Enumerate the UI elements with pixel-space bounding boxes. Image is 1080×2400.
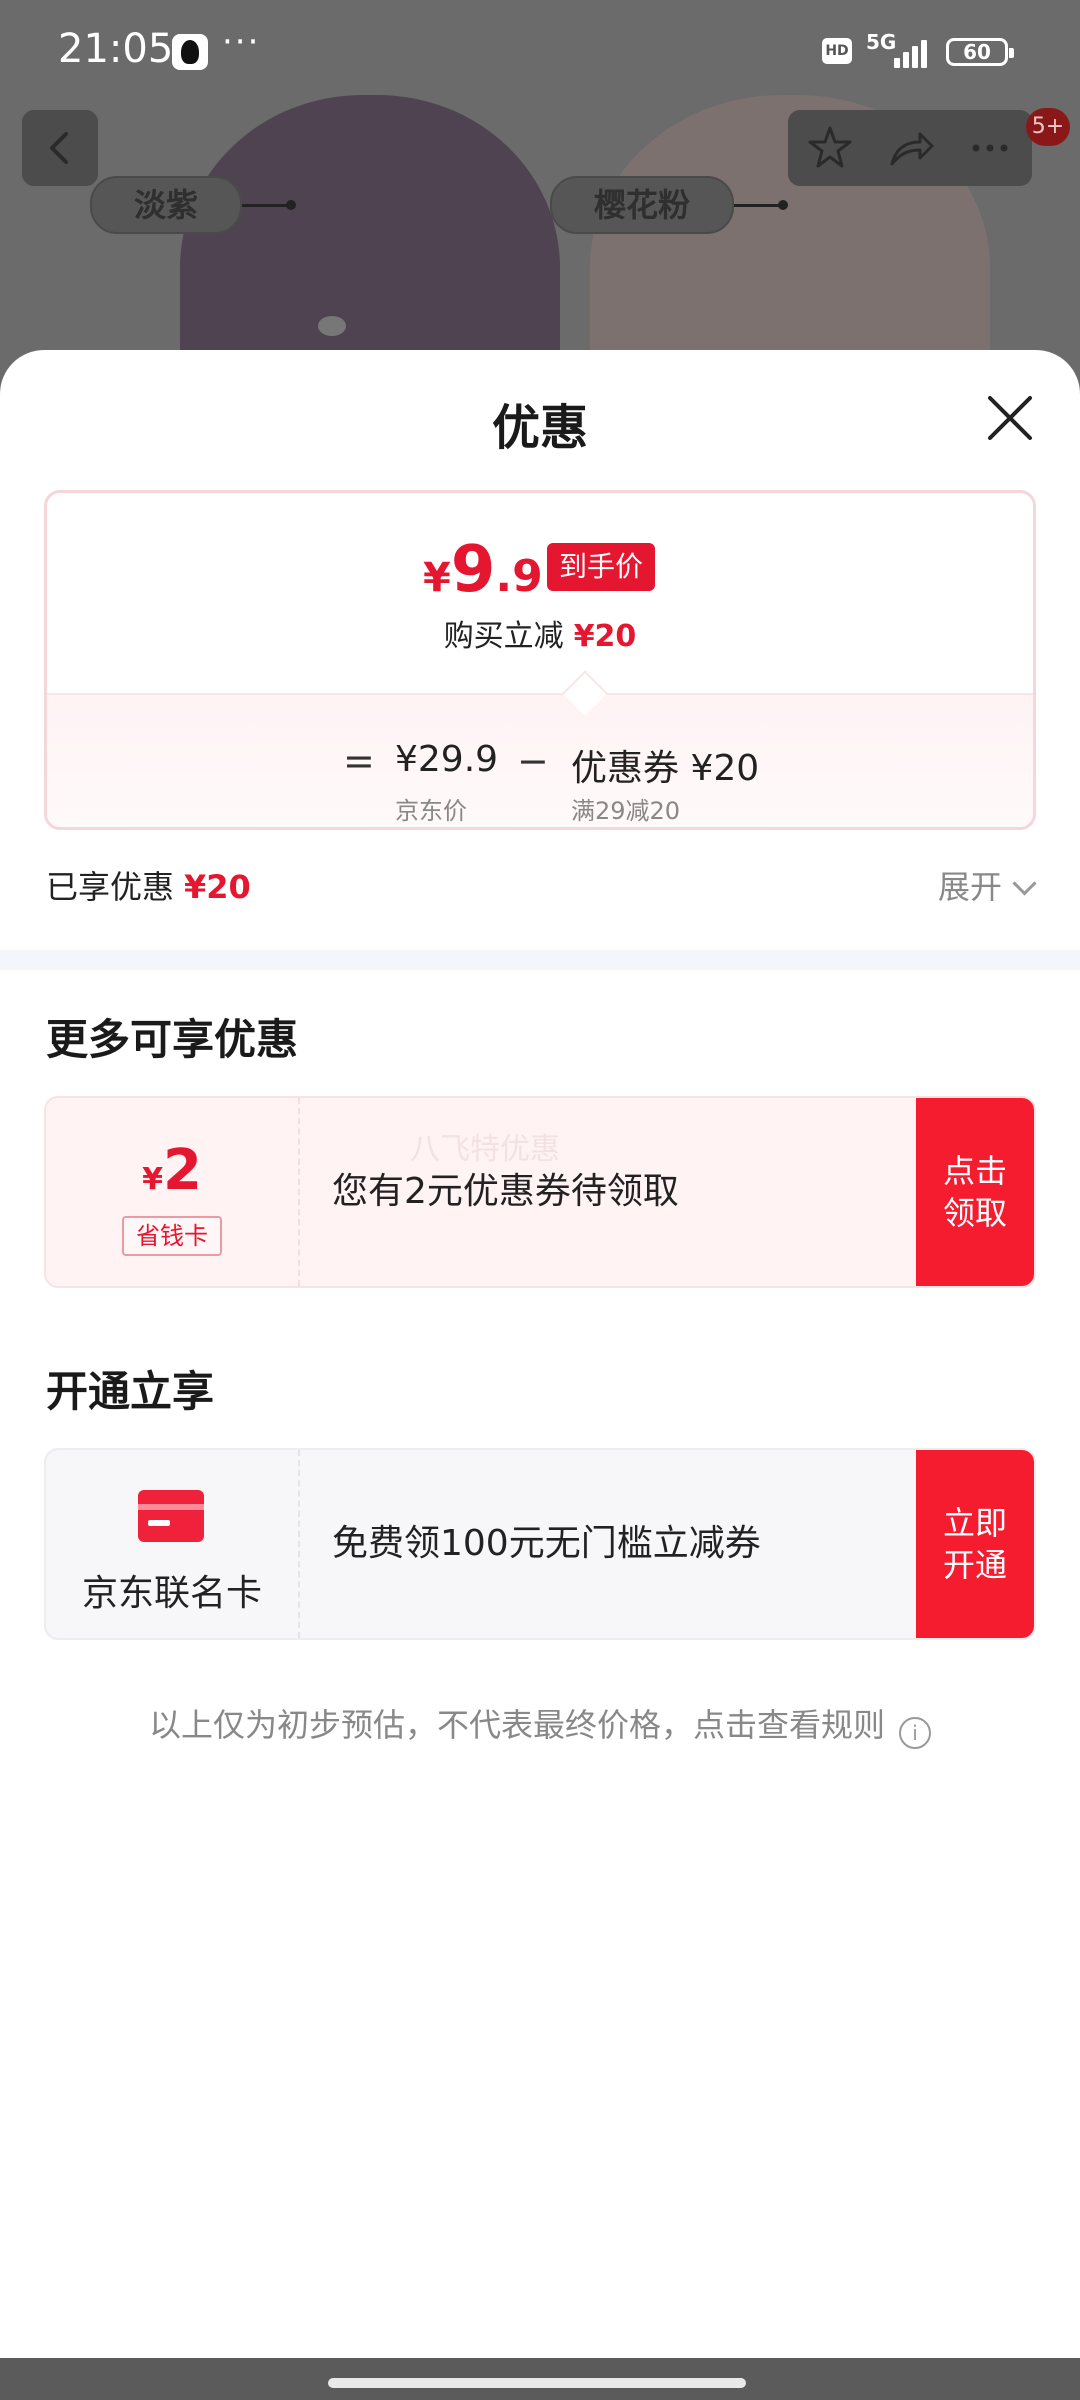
open-section-title: 开通立享 bbox=[46, 1367, 215, 1416]
enjoyed-discount: 已享优惠 ¥20 bbox=[46, 862, 251, 908]
expand-label: 展开 bbox=[938, 868, 1003, 906]
claim-button-line2: 领取 bbox=[942, 1194, 1007, 1232]
cart-count-badge: 5+ bbox=[1026, 108, 1070, 146]
share-icon bbox=[890, 132, 934, 166]
star-icon bbox=[808, 126, 852, 168]
more-button[interactable] bbox=[950, 110, 1030, 186]
coupon-offer-text: 您有2元优惠券待领取 bbox=[332, 1171, 679, 1212]
sheet-title: 优惠 bbox=[491, 400, 588, 456]
price-integer: 9 bbox=[450, 533, 496, 607]
coupon-offer-card: ¥2 省钱卡 八飞特优惠 您有2元优惠券待领取 点击 领取 bbox=[44, 1096, 1036, 1288]
equals-sign: = bbox=[343, 739, 375, 783]
claim-coupon-button[interactable]: 点击 领取 bbox=[916, 1098, 1034, 1286]
coupon-value: 优惠券 ¥20 bbox=[571, 748, 760, 789]
chevron-down-icon bbox=[1012, 871, 1037, 896]
savings-card-tag: 省钱卡 bbox=[122, 1216, 222, 1256]
cobrand-card-offer: 京东联名卡 免费领100元无门槛立减券 立即 开通 bbox=[44, 1448, 1036, 1640]
base-price: ¥29.9 bbox=[395, 739, 499, 780]
price-breakdown-card: ¥9.9 到手价 购买立减 ¥20 = ¥29.9 京东价 − 优惠券 ¥20 满… bbox=[44, 490, 1036, 830]
price-disclaimer-link[interactable]: 以上仅为初步预估，不代表最终价格，点击查看规则 i bbox=[0, 1700, 1080, 1749]
status-bar: 21:05 ··· HD 5G 60 bbox=[0, 0, 1080, 104]
price-formula: = ¥29.9 京东价 − 优惠券 ¥20 满29减20 bbox=[47, 719, 1033, 825]
instant-reduce-line: 购买立减 ¥20 bbox=[47, 611, 1033, 655]
status-time: 21:05 bbox=[58, 26, 174, 72]
more-offers-title: 更多可享优惠 bbox=[46, 1015, 299, 1064]
signal-icon bbox=[894, 38, 934, 68]
color-label-text: 淡紫 bbox=[134, 186, 199, 224]
price-currency: ¥ bbox=[423, 555, 451, 601]
credit-card-icon bbox=[138, 1490, 204, 1542]
coupon-left-panel: ¥2 省钱卡 bbox=[46, 1098, 300, 1286]
battery-icon: 60 bbox=[946, 38, 1014, 66]
qq-app-icon bbox=[172, 34, 208, 70]
open-button-line2: 开通 bbox=[942, 1546, 1007, 1584]
coupon-condition: 满29减20 bbox=[571, 797, 681, 825]
final-price-badge: 到手价 bbox=[547, 543, 656, 591]
coupon-amount: ¥2 bbox=[46, 1138, 298, 1203]
favorite-button[interactable] bbox=[790, 110, 870, 186]
base-price-label: 京东价 bbox=[395, 797, 467, 825]
info-icon: i bbox=[899, 1717, 931, 1749]
back-arrow-icon bbox=[50, 132, 68, 164]
section-divider bbox=[0, 950, 1080, 970]
enjoyed-label: 已享优惠 bbox=[46, 868, 175, 906]
reduce-label: 购买立减 bbox=[443, 619, 564, 654]
final-price: ¥9.9 bbox=[423, 533, 543, 607]
color-label-pink: 樱花粉 bbox=[550, 176, 789, 234]
enjoyed-amount: ¥20 bbox=[184, 868, 251, 906]
home-indicator[interactable] bbox=[328, 2378, 746, 2388]
coupon-currency: ¥ bbox=[142, 1162, 163, 1197]
color-label-text: 樱花粉 bbox=[594, 186, 691, 224]
status-more-icon: ··· bbox=[222, 22, 261, 62]
cobrand-offer-text: 免费领100元无门槛立减券 bbox=[332, 1523, 761, 1564]
cobrand-left-panel: 京东联名卡 bbox=[46, 1450, 300, 1638]
coupon-number: 2 bbox=[162, 1138, 202, 1203]
price-decimal: .9 bbox=[495, 551, 543, 602]
expand-button[interactable]: 展开 bbox=[938, 862, 1037, 908]
product-detail-dot bbox=[318, 316, 346, 336]
cobrand-card-name: 京东联名卡 bbox=[81, 1573, 262, 1614]
more-icon bbox=[972, 144, 1008, 152]
network-type: 5G bbox=[866, 30, 897, 54]
discount-sheet: 优惠 ¥9.9 到手价 购买立减 ¥20 = ¥29.9 京东价 − 优惠券 ¥2… bbox=[0, 350, 1080, 2358]
top-action-group bbox=[788, 110, 1032, 186]
close-button[interactable] bbox=[982, 390, 1038, 446]
open-button-line1: 立即 bbox=[942, 1504, 1007, 1542]
color-label-purple: 淡紫 bbox=[90, 176, 297, 234]
disclaimer-text: 以上仅为初步预估，不代表最终价格，点击查看规则 bbox=[148, 1706, 885, 1744]
close-icon bbox=[988, 396, 1032, 440]
back-button[interactable] bbox=[22, 110, 98, 186]
reduce-amount: ¥20 bbox=[573, 619, 637, 654]
share-button[interactable] bbox=[870, 110, 950, 186]
claim-button-line1: 点击 bbox=[942, 1152, 1007, 1190]
price-formula-area: = ¥29.9 京东价 − 优惠券 ¥20 满29减20 bbox=[47, 693, 1033, 827]
hd-icon: HD bbox=[822, 38, 852, 64]
minus-sign: − bbox=[517, 739, 549, 783]
open-card-button[interactable]: 立即 开通 bbox=[916, 1450, 1034, 1638]
